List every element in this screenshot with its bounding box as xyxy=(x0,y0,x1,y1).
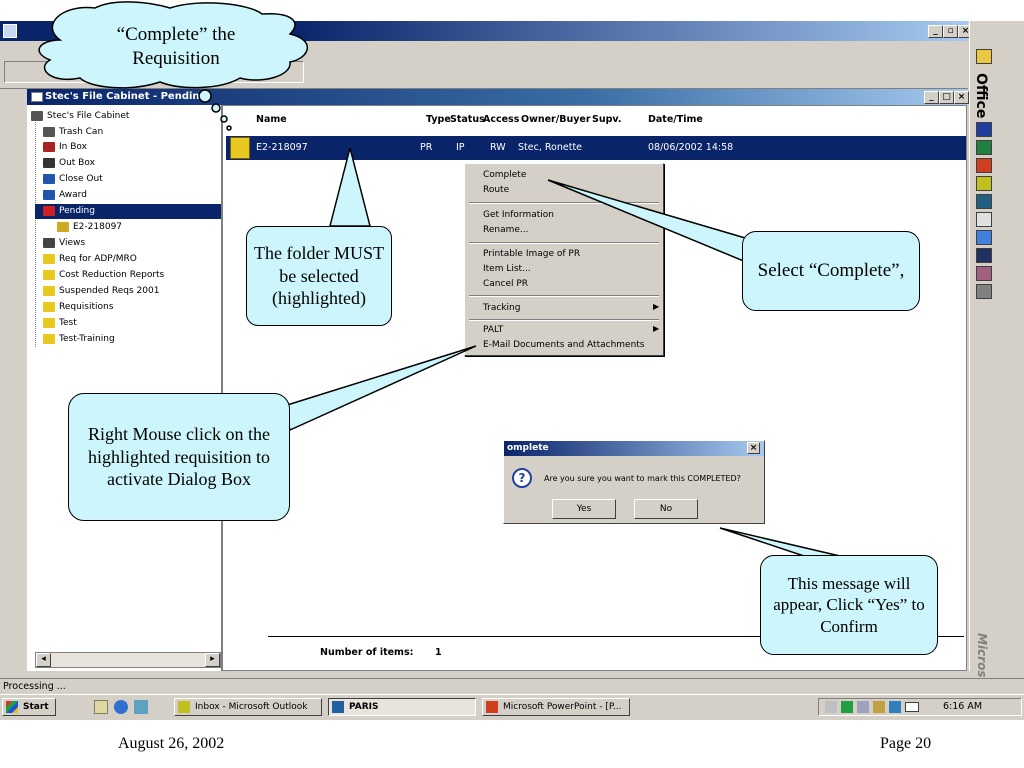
callout-folder-selected: The folder MUST be selected (highlighted… xyxy=(246,226,392,326)
pointer-select-complete xyxy=(547,179,753,264)
callout-right-click: Right Mouse click on the highlighted req… xyxy=(68,393,290,521)
thought-bubble-dot xyxy=(211,103,221,113)
callout-confirm: This message will appear, Click “Yes” to… xyxy=(760,555,938,655)
pointer-confirm xyxy=(719,527,841,557)
callout-select-complete: Select “Complete”, xyxy=(742,231,920,311)
pointer-folder-selected xyxy=(329,147,371,227)
thought-bubble-dot xyxy=(198,89,212,103)
thought-bubble-dot xyxy=(220,115,228,123)
footer-page: Page 20 xyxy=(880,735,932,752)
pointer-right-click xyxy=(283,345,477,432)
thought-bubble-dot xyxy=(226,125,232,131)
footer-date: August 26, 2002 xyxy=(118,735,225,752)
callout-complete-title: “Complete” the Requisition xyxy=(116,24,236,69)
